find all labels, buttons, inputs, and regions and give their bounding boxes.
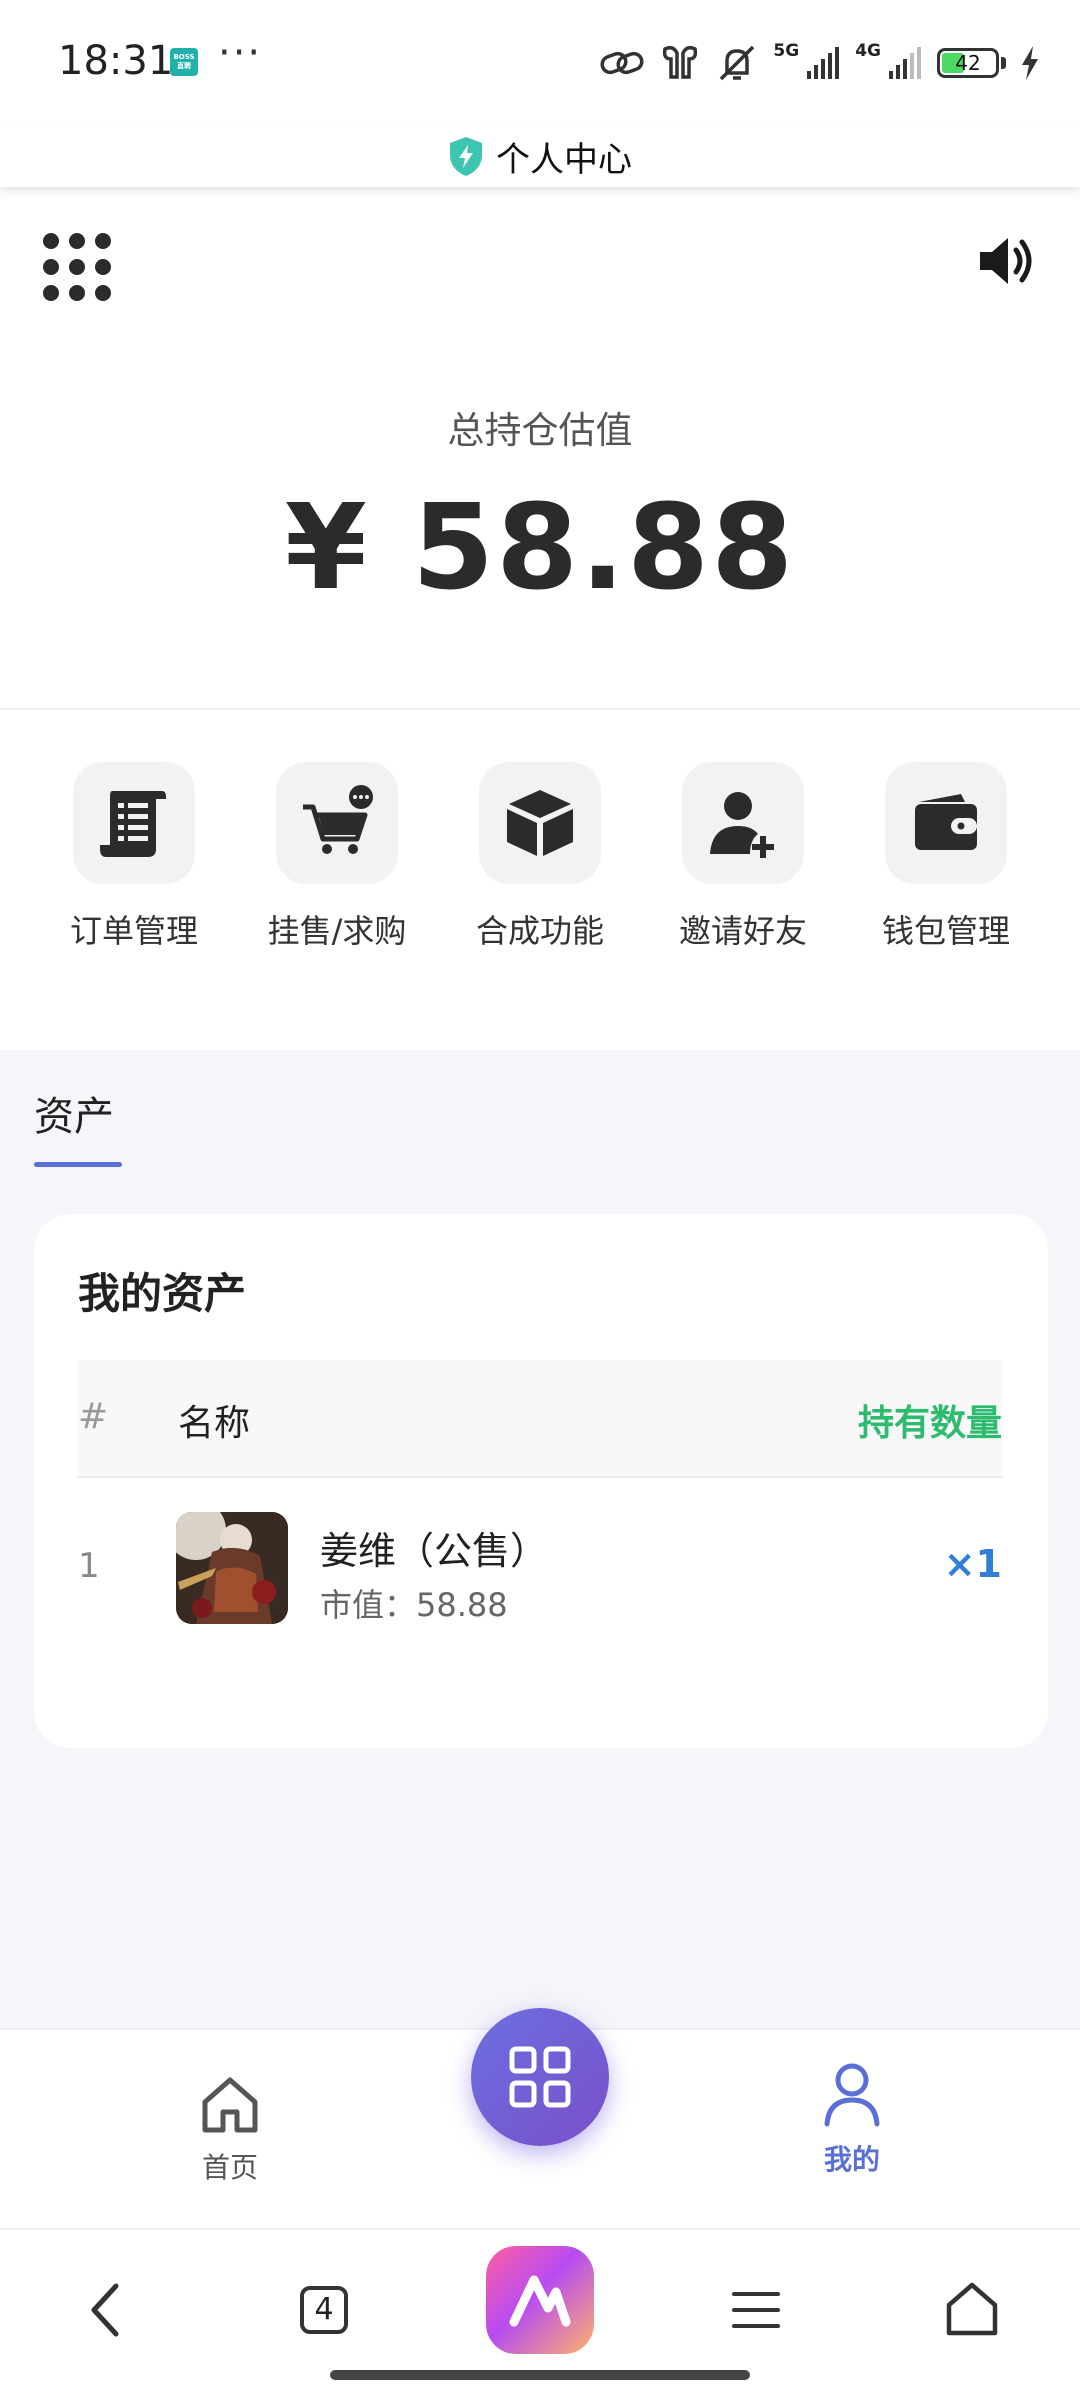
action-invite-friends[interactable]: 邀请好友 <box>643 762 843 952</box>
status-time: 18:31 <box>58 38 174 84</box>
action-label: 钱包管理 <box>881 912 1010 950</box>
boss-app-notification-icon: BOSS 直聘 <box>170 48 198 76</box>
home-icon <box>202 2077 258 2133</box>
status-more-dots: ··· <box>218 30 263 76</box>
action-label: 订单管理 <box>69 912 198 950</box>
browser-back-button[interactable] <box>56 2260 156 2360</box>
box-cube-icon <box>507 790 573 856</box>
column-header-index: # <box>78 1396 109 1437</box>
divider <box>0 708 1080 710</box>
nav-mine-label: 我的 <box>823 2143 880 2176</box>
asset-thumbnail <box>176 1512 288 1624</box>
action-label: 挂售/求购 <box>267 912 407 950</box>
vibrate-off-icon <box>720 45 755 81</box>
card-title: 我的资产 <box>78 1269 247 1318</box>
wallet-icon <box>915 794 977 850</box>
user-icon <box>824 2063 880 2127</box>
valuation-label: 总持仓估值 <box>447 409 633 452</box>
column-header-name: 名称 <box>178 1403 251 1444</box>
browser-home-button[interactable] <box>922 2260 1022 2360</box>
table-header: # 名称 持有数量 <box>78 1360 1002 1478</box>
nav-home[interactable]: 首页 <box>180 2074 280 2186</box>
asset-quantity: ×1 <box>943 1542 1002 1586</box>
tab-assets[interactable]: 资产 <box>34 1084 114 1142</box>
action-order-management[interactable]: 订单管理 <box>34 762 234 952</box>
asset-name: 姜维（公售） <box>320 1529 549 1573</box>
scroll-list-icon <box>100 791 166 857</box>
earbuds-icon <box>663 45 698 79</box>
network-label-4g: 4G <box>855 41 881 61</box>
shield-bolt-icon <box>450 137 482 176</box>
my-assets-card: 我的资产 # 名称 持有数量 1 姜维（公售） 市值：58.88 ×1 <box>34 1214 1048 1748</box>
valuation-amount: ¥ 58.88 <box>284 478 796 616</box>
link-icon <box>600 51 644 75</box>
charging-bolt-icon <box>1022 46 1038 80</box>
page-header: 个人中心 <box>0 125 1080 187</box>
action-wallet-management[interactable]: 钱包管理 <box>846 762 1046 952</box>
signal-bars-icon <box>807 47 840 79</box>
hamburger-icon <box>732 2292 780 2328</box>
tab-count: 4 <box>300 2286 348 2334</box>
nav-home-label: 首页 <box>201 2151 258 2184</box>
nav-mine[interactable]: 我的 <box>802 2062 902 2178</box>
action-label: 合成功能 <box>475 912 604 950</box>
battery-level: 42 <box>955 51 981 75</box>
action-synthesis[interactable]: 合成功能 <box>440 762 640 952</box>
quick-actions: 订单管理 挂售/求购 合成功能 邀请好友 钱包管理 <box>0 762 1080 962</box>
speaker-icon[interactable] <box>976 232 1034 290</box>
action-sell-buy[interactable]: 挂售/求购 <box>237 762 437 952</box>
market-value: 58.88 <box>416 1586 508 1624</box>
bottom-nav: 首页 我的 <box>0 2008 1080 2228</box>
status-bar: 18:31 BOSS 直聘 ··· 5G 4G 42 <box>0 0 1080 125</box>
assets-section: 资产 我的资产 # 名称 持有数量 1 姜维（公售） 市值：58.88 ×1 <box>0 1050 1080 2028</box>
back-chevron-icon <box>91 2283 119 2337</box>
battery-icon: 42 <box>937 48 999 78</box>
home-outline-icon <box>946 2282 998 2336</box>
network-label-5g: 5G <box>773 41 800 61</box>
app-logo-icon <box>509 2275 571 2327</box>
market-value-label: 市值： <box>320 1586 417 1624</box>
status-icons: 5G 4G 42 <box>599 38 1040 88</box>
apps-grid-icon <box>509 2046 571 2108</box>
action-label: 邀请好友 <box>678 912 807 950</box>
page-title: 个人中心 <box>496 139 632 180</box>
user-add-icon <box>710 792 774 858</box>
browser-tabs-button[interactable]: 4 <box>274 2260 374 2360</box>
asset-market-value: 市值：58.88 <box>320 1580 508 1626</box>
grid-dots-icon[interactable] <box>42 232 112 302</box>
nav-center-button[interactable] <box>471 2008 609 2146</box>
home-indicator[interactable] <box>330 2370 750 2380</box>
browser-menu-button[interactable] <box>706 2260 806 2360</box>
browser-app-button[interactable] <box>486 2246 594 2354</box>
signal-bars-icon-2 <box>889 47 921 79</box>
cart-chat-icon <box>303 785 373 854</box>
row-index: 1 <box>78 1546 100 1586</box>
table-row[interactable]: 1 姜维（公售） 市值：58.88 ×1 <box>78 1478 1002 1658</box>
column-header-quantity: 持有数量 <box>857 1403 1002 1444</box>
tab-active-indicator <box>34 1162 122 1167</box>
